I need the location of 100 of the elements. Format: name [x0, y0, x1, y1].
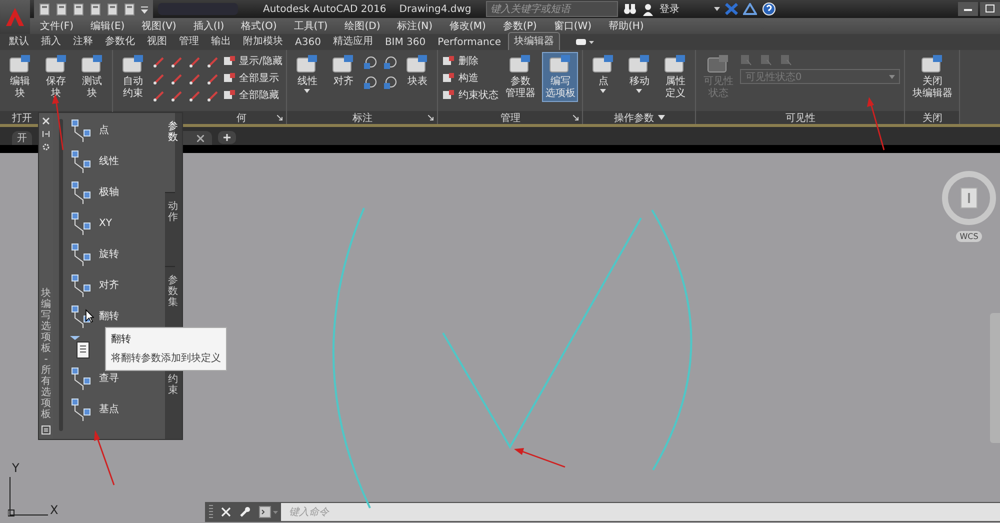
file-tab[interactable]	[182, 131, 212, 145]
constraint-icon[interactable]	[153, 73, 165, 85]
ribbon-tab[interactable]: 输出	[206, 33, 236, 50]
quick-access-icon[interactable]	[55, 2, 68, 16]
wrench-icon[interactable]	[239, 506, 251, 518]
palette-tool[interactable]: 点	[69, 117, 109, 143]
ribbon-button[interactable]: 测试 块	[76, 52, 108, 102]
ribbon-tab[interactable]: 默认	[4, 33, 34, 50]
constraint-icon[interactable]	[189, 73, 201, 85]
ribbon-button[interactable]: 对齐	[327, 52, 360, 90]
ribbon-button[interactable]: 属性 定义	[659, 52, 692, 102]
quick-access-icon[interactable]	[123, 2, 136, 16]
ribbon-tab[interactable]: A360	[290, 36, 326, 50]
menu-item[interactable]: 文件(F)	[40, 19, 74, 33]
ribbon-button[interactable]: 显示/隐藏	[223, 54, 282, 68]
palette-tool[interactable]: 旋转	[69, 241, 119, 267]
quick-access-icon[interactable]	[106, 2, 119, 16]
menu-item[interactable]: 修改(M)	[450, 19, 486, 33]
ribbon-tab[interactable]: 管理	[174, 33, 204, 50]
lock-icon[interactable]	[363, 76, 378, 90]
menu-item[interactable]: 编辑(E)	[90, 19, 125, 33]
dialog-launcher-icon[interactable]	[573, 115, 580, 121]
binoculars-icon[interactable]	[623, 3, 638, 15]
constraint-icon[interactable]	[171, 73, 183, 85]
menu-item[interactable]: 视图(V)	[142, 19, 176, 33]
constraint-icon[interactable]	[207, 73, 219, 85]
ribbon-button[interactable]: 构造	[442, 71, 498, 85]
dialog-launcher-icon[interactable]	[428, 115, 434, 121]
palette-tool[interactable]: 基点	[69, 396, 119, 422]
dialog-launcher-icon[interactable]	[277, 115, 284, 121]
ribbon-tab[interactable]: 视图	[142, 33, 172, 50]
palette-tool[interactable]: 查寻	[69, 365, 119, 391]
ribbon-button[interactable]: 编辑 块	[4, 52, 36, 102]
wcs-button[interactable]: WCS	[956, 231, 982, 242]
quick-access-icon[interactable]	[89, 2, 102, 16]
auto-hide-icon[interactable]	[42, 130, 50, 138]
file-tab[interactable]: 开	[12, 131, 32, 145]
menu-item[interactable]: 插入(I)	[193, 19, 224, 33]
properties-icon[interactable]	[41, 425, 51, 435]
quick-access-icon[interactable]	[72, 2, 85, 16]
camera-dropdown-icon[interactable]	[576, 38, 594, 46]
caret-icon[interactable]	[658, 115, 665, 120]
ribbon-tab[interactable]: 精选应用	[328, 33, 378, 50]
ribbon-button[interactable]: 约束状态	[442, 88, 498, 102]
ribbon-tab[interactable]: 附加模块	[238, 33, 288, 50]
close-icon[interactable]	[197, 134, 204, 142]
palette-tool[interactable]: 对齐	[69, 272, 119, 298]
menu-item[interactable]: 参数(P)	[502, 19, 537, 33]
help-icon[interactable]	[762, 2, 776, 16]
menu-item[interactable]: 标注(N)	[397, 19, 433, 33]
palette-tool[interactable]: XY	[69, 210, 112, 236]
menu-item[interactable]: 窗口(W)	[554, 19, 592, 33]
palette-tool[interactable]: 极轴	[69, 179, 119, 205]
restore-button[interactable]	[980, 2, 1000, 16]
ribbon-button[interactable]: 移动	[623, 52, 656, 95]
palette-tool[interactable]: 线性	[69, 148, 119, 174]
ribbon-tab[interactable]: BIM 360	[380, 36, 431, 50]
lock-icon[interactable]	[383, 56, 398, 70]
ribbon-button[interactable]: 保存 块	[40, 52, 72, 102]
minimize-button[interactable]	[958, 2, 978, 16]
ribbon-button[interactable]: 点	[587, 52, 620, 95]
menu-item[interactable]: 帮助(H)	[608, 19, 644, 33]
constraint-icon[interactable]	[171, 56, 183, 68]
quick-access-icon[interactable]	[38, 2, 51, 16]
palette-tab[interactable]: 参数	[165, 113, 175, 192]
menu-item[interactable]: 工具(T)	[294, 19, 328, 33]
menu-item[interactable]: 格式(O)	[241, 19, 277, 33]
ribbon-button[interactable]: 编写 选项板	[542, 52, 578, 102]
user-icon[interactable]	[642, 2, 654, 16]
triangle-network-icon[interactable]	[743, 3, 758, 15]
command-input-field[interactable]: 键入命令	[281, 503, 1000, 521]
ribbon-tab[interactable]: 参数化	[100, 33, 140, 50]
command-line-grip[interactable]	[209, 505, 213, 519]
ribbon-button[interactable]: 删除	[442, 54, 498, 68]
ribbon-button[interactable]: 参数 管理器	[502, 52, 538, 102]
caret-icon[interactable]	[714, 7, 720, 11]
ribbon-tab[interactable]: Performance	[432, 36, 506, 50]
lock-icon[interactable]	[383, 76, 398, 90]
ribbon-button[interactable]: 线性	[291, 52, 324, 95]
constraint-icon[interactable]	[189, 56, 201, 68]
constraint-icon[interactable]	[171, 90, 183, 102]
search-field[interactable]: 键入关键字或短语	[486, 1, 618, 17]
sign-in-link[interactable]: 登录	[659, 2, 680, 16]
ribbon-button[interactable]: 自动 约束	[117, 52, 149, 102]
ribbon-tab[interactable]: 块编辑器	[508, 32, 560, 50]
constraint-icon[interactable]	[153, 90, 165, 102]
ribbon-tab[interactable]: 注释	[68, 33, 98, 50]
x-logo-icon[interactable]	[725, 3, 738, 15]
ribbon-tab[interactable]: 插入	[36, 33, 66, 50]
new-tab-plus-icon[interactable]	[218, 131, 236, 144]
menu-item[interactable]: 绘图(D)	[344, 19, 380, 33]
ribbon-button[interactable]: 关闭 块编辑器	[909, 52, 956, 102]
prompt-icon[interactable]	[259, 506, 279, 518]
ribbon-button[interactable]: 全部显示	[223, 71, 282, 85]
settings-icon[interactable]	[42, 143, 50, 151]
constraint-icon[interactable]	[189, 90, 201, 102]
ribbon-button[interactable]: 块表	[401, 52, 434, 90]
lock-icon[interactable]	[363, 56, 378, 70]
constraint-icon[interactable]	[153, 56, 165, 68]
constraint-icon[interactable]	[207, 56, 219, 68]
